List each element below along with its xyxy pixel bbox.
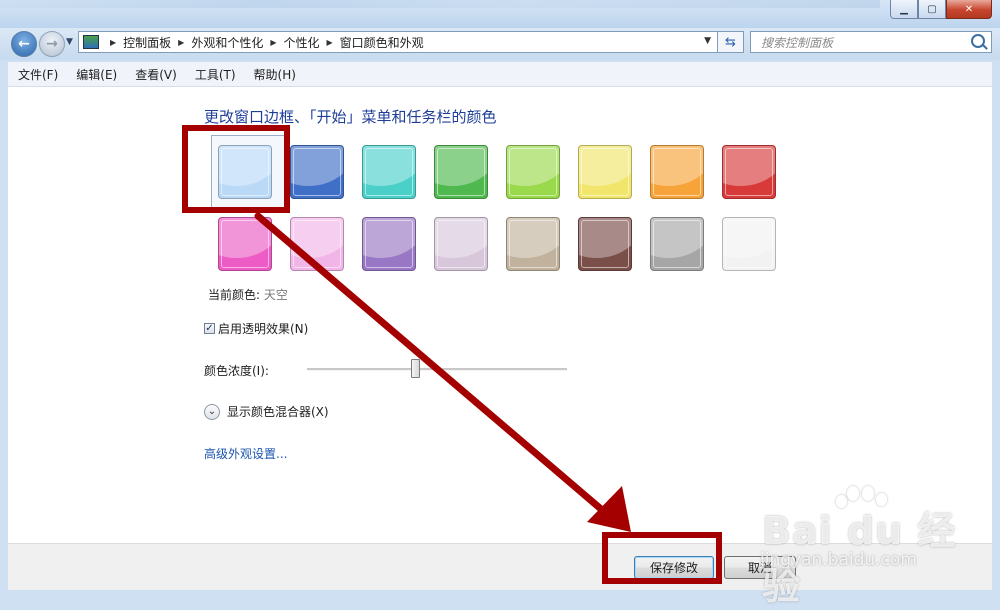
paw-logo-icon [862,486,874,501]
paw-logo-icon [847,486,859,501]
baidu-watermark: Bai du 经验 jingyan.baidu.com [752,484,982,608]
arrow-shaft [254,212,612,519]
watermark-url: jingyan.baidu.com [760,550,917,570]
arrow-head-icon [587,486,631,532]
